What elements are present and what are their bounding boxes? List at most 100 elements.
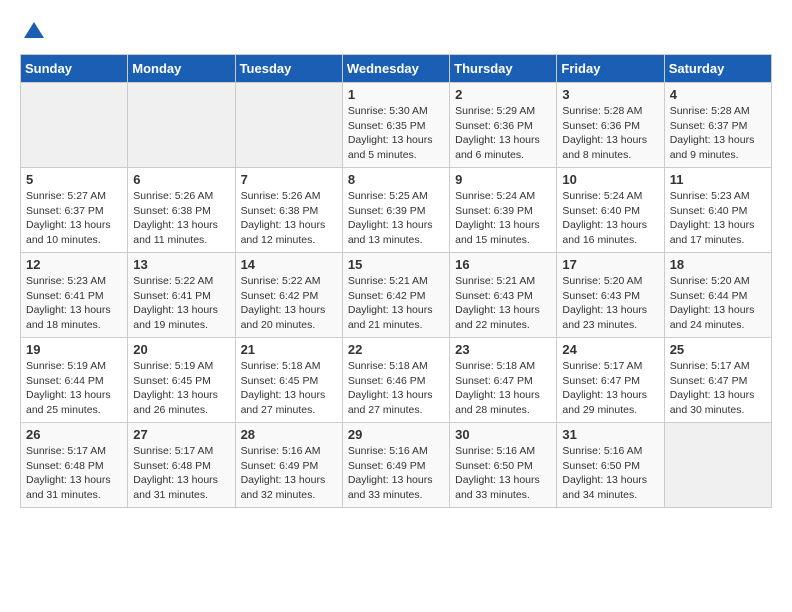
day-number: 15 bbox=[348, 257, 444, 272]
calendar-cell bbox=[128, 83, 235, 168]
calendar-cell: 30Sunrise: 5:16 AMSunset: 6:50 PMDayligh… bbox=[450, 423, 557, 508]
logo-icon bbox=[22, 20, 46, 44]
calendar-table: SundayMondayTuesdayWednesdayThursdayFrid… bbox=[20, 54, 772, 508]
day-info: Sunrise: 5:22 AMSunset: 6:42 PMDaylight:… bbox=[241, 274, 337, 333]
day-number: 31 bbox=[562, 427, 658, 442]
day-info: Sunrise: 5:16 AMSunset: 6:50 PMDaylight:… bbox=[562, 444, 658, 503]
header-day: Saturday bbox=[664, 55, 771, 83]
day-number: 24 bbox=[562, 342, 658, 357]
logo bbox=[20, 20, 46, 44]
calendar-cell: 24 Sunrise: 5:17 AMSunset: 6:47 PMDayligh… bbox=[557, 338, 664, 423]
calendar-cell: 17 Sunrise: 5:20 AMSunset: 6:43 PMDayligh… bbox=[557, 253, 664, 338]
header-day: Wednesday bbox=[342, 55, 449, 83]
calendar-cell: 21Sunrise: 5:18 AMSunset: 6:45 PMDayligh… bbox=[235, 338, 342, 423]
calendar-cell: 13 Sunrise: 5:22 AMSunset: 6:41 PMDayligh… bbox=[128, 253, 235, 338]
calendar-cell: 9 Sunrise: 5:24 AMSunset: 6:39 PMDaylight… bbox=[450, 168, 557, 253]
calendar-cell: 3Sunrise: 5:28 AMSunset: 6:36 PMDaylight… bbox=[557, 83, 664, 168]
day-number: 22 bbox=[348, 342, 444, 357]
day-number: 6 bbox=[133, 172, 229, 187]
day-info: Sunrise: 5:17 AMSunset: 6:48 PMDaylight:… bbox=[26, 444, 122, 503]
day-info: Sunrise: 5:16 AMSunset: 6:50 PMDaylight:… bbox=[455, 444, 551, 503]
calendar-cell: 6 Sunrise: 5:26 AMSunset: 6:38 PMDaylight… bbox=[128, 168, 235, 253]
day-number: 13 bbox=[133, 257, 229, 272]
day-info: Sunrise: 5:18 AMSunset: 6:47 PMDaylight:… bbox=[455, 359, 551, 418]
day-number: 11 bbox=[670, 172, 766, 187]
day-number: 8 bbox=[348, 172, 444, 187]
calendar-cell: 1 Sunrise: 5:30 AMSunset: 6:35 PMDaylight… bbox=[342, 83, 449, 168]
calendar-cell: 23 Sunrise: 5:18 AMSunset: 6:47 PMDayligh… bbox=[450, 338, 557, 423]
day-info: Sunrise: 5:27 AMSunset: 6:37 PMDaylight:… bbox=[26, 189, 122, 248]
day-info: Sunrise: 5:24 AMSunset: 6:39 PMDaylight:… bbox=[455, 189, 551, 248]
day-number: 17 bbox=[562, 257, 658, 272]
calendar-cell: 7 Sunrise: 5:26 AMSunset: 6:38 PMDaylight… bbox=[235, 168, 342, 253]
day-number: 12 bbox=[26, 257, 122, 272]
day-info: Sunrise: 5:30 AMSunset: 6:35 PMDaylight:… bbox=[348, 104, 444, 163]
day-info: Sunrise: 5:26 AMSunset: 6:38 PMDaylight:… bbox=[133, 189, 229, 248]
calendar-body: 1 Sunrise: 5:30 AMSunset: 6:35 PMDaylight… bbox=[21, 83, 772, 508]
day-info: Sunrise: 5:29 AMSunset: 6:36 PMDaylight:… bbox=[455, 104, 551, 163]
calendar-cell: 27 Sunrise: 5:17 AMSunset: 6:48 PMDayligh… bbox=[128, 423, 235, 508]
day-info: Sunrise: 5:23 AMSunset: 6:41 PMDaylight:… bbox=[26, 274, 122, 333]
day-number: 14 bbox=[241, 257, 337, 272]
day-number: 10 bbox=[562, 172, 658, 187]
header-day: Monday bbox=[128, 55, 235, 83]
calendar-cell: 29 Sunrise: 5:16 AMSunset: 6:49 PMDayligh… bbox=[342, 423, 449, 508]
day-number: 19 bbox=[26, 342, 122, 357]
day-info: Sunrise: 5:16 AMSunset: 6:49 PMDaylight:… bbox=[348, 444, 444, 503]
day-info: Sunrise: 5:28 AMSunset: 6:37 PMDaylight:… bbox=[670, 104, 766, 163]
calendar-cell: 4Sunrise: 5:28 AMSunset: 6:37 PMDaylight… bbox=[664, 83, 771, 168]
day-info: Sunrise: 5:28 AMSunset: 6:36 PMDaylight:… bbox=[562, 104, 658, 163]
day-number: 25 bbox=[670, 342, 766, 357]
day-info: Sunrise: 5:18 AMSunset: 6:46 PMDaylight:… bbox=[348, 359, 444, 418]
calendar-cell: 15 Sunrise: 5:21 AMSunset: 6:42 PMDayligh… bbox=[342, 253, 449, 338]
calendar-cell: 2 Sunrise: 5:29 AMSunset: 6:36 PMDaylight… bbox=[450, 83, 557, 168]
day-info: Sunrise: 5:22 AMSunset: 6:41 PMDaylight:… bbox=[133, 274, 229, 333]
day-info: Sunrise: 5:21 AMSunset: 6:42 PMDaylight:… bbox=[348, 274, 444, 333]
calendar-week-row: 5 Sunrise: 5:27 AMSunset: 6:37 PMDaylight… bbox=[21, 168, 772, 253]
calendar-cell: 11 Sunrise: 5:23 AMSunset: 6:40 PMDayligh… bbox=[664, 168, 771, 253]
calendar-week-row: 12 Sunrise: 5:23 AMSunset: 6:41 PMDayligh… bbox=[21, 253, 772, 338]
day-number: 7 bbox=[241, 172, 337, 187]
day-info: Sunrise: 5:20 AMSunset: 6:43 PMDaylight:… bbox=[562, 274, 658, 333]
calendar-cell: 28 Sunrise: 5:16 AMSunset: 6:49 PMDayligh… bbox=[235, 423, 342, 508]
calendar-header: SundayMondayTuesdayWednesdayThursdayFrid… bbox=[21, 55, 772, 83]
calendar-cell: 22 Sunrise: 5:18 AMSunset: 6:46 PMDayligh… bbox=[342, 338, 449, 423]
day-number: 5 bbox=[26, 172, 122, 187]
day-number: 20 bbox=[133, 342, 229, 357]
calendar-week-row: 19Sunrise: 5:19 AMSunset: 6:44 PMDayligh… bbox=[21, 338, 772, 423]
calendar-cell: 18 Sunrise: 5:20 AMSunset: 6:44 PMDayligh… bbox=[664, 253, 771, 338]
day-number: 29 bbox=[348, 427, 444, 442]
day-info: Sunrise: 5:23 AMSunset: 6:40 PMDaylight:… bbox=[670, 189, 766, 248]
day-info: Sunrise: 5:21 AMSunset: 6:43 PMDaylight:… bbox=[455, 274, 551, 333]
day-number: 1 bbox=[348, 87, 444, 102]
day-info: Sunrise: 5:17 AMSunset: 6:48 PMDaylight:… bbox=[133, 444, 229, 503]
day-number: 26 bbox=[26, 427, 122, 442]
header-day: Friday bbox=[557, 55, 664, 83]
header-day: Thursday bbox=[450, 55, 557, 83]
day-info: Sunrise: 5:24 AMSunset: 6:40 PMDaylight:… bbox=[562, 189, 658, 248]
day-number: 18 bbox=[670, 257, 766, 272]
calendar-cell: 8 Sunrise: 5:25 AMSunset: 6:39 PMDaylight… bbox=[342, 168, 449, 253]
day-info: Sunrise: 5:19 AMSunset: 6:45 PMDaylight:… bbox=[133, 359, 229, 418]
calendar-cell bbox=[235, 83, 342, 168]
day-number: 2 bbox=[455, 87, 551, 102]
calendar-week-row: 26 Sunrise: 5:17 AMSunset: 6:48 PMDayligh… bbox=[21, 423, 772, 508]
calendar-cell: 26 Sunrise: 5:17 AMSunset: 6:48 PMDayligh… bbox=[21, 423, 128, 508]
day-info: Sunrise: 5:17 AMSunset: 6:47 PMDaylight:… bbox=[670, 359, 766, 418]
calendar-cell: 5 Sunrise: 5:27 AMSunset: 6:37 PMDaylight… bbox=[21, 168, 128, 253]
day-info: Sunrise: 5:20 AMSunset: 6:44 PMDaylight:… bbox=[670, 274, 766, 333]
day-info: Sunrise: 5:26 AMSunset: 6:38 PMDaylight:… bbox=[241, 189, 337, 248]
calendar-cell: 10 Sunrise: 5:24 AMSunset: 6:40 PMDayligh… bbox=[557, 168, 664, 253]
day-number: 27 bbox=[133, 427, 229, 442]
day-number: 23 bbox=[455, 342, 551, 357]
day-info: Sunrise: 5:17 AMSunset: 6:47 PMDaylight:… bbox=[562, 359, 658, 418]
day-info: Sunrise: 5:16 AMSunset: 6:49 PMDaylight:… bbox=[241, 444, 337, 503]
page-header bbox=[20, 20, 772, 44]
day-info: Sunrise: 5:25 AMSunset: 6:39 PMDaylight:… bbox=[348, 189, 444, 248]
day-info: Sunrise: 5:18 AMSunset: 6:45 PMDaylight:… bbox=[241, 359, 337, 418]
day-number: 28 bbox=[241, 427, 337, 442]
header-day: Sunday bbox=[21, 55, 128, 83]
day-number: 9 bbox=[455, 172, 551, 187]
calendar-cell: 25 Sunrise: 5:17 AMSunset: 6:47 PMDayligh… bbox=[664, 338, 771, 423]
calendar-week-row: 1 Sunrise: 5:30 AMSunset: 6:35 PMDaylight… bbox=[21, 83, 772, 168]
